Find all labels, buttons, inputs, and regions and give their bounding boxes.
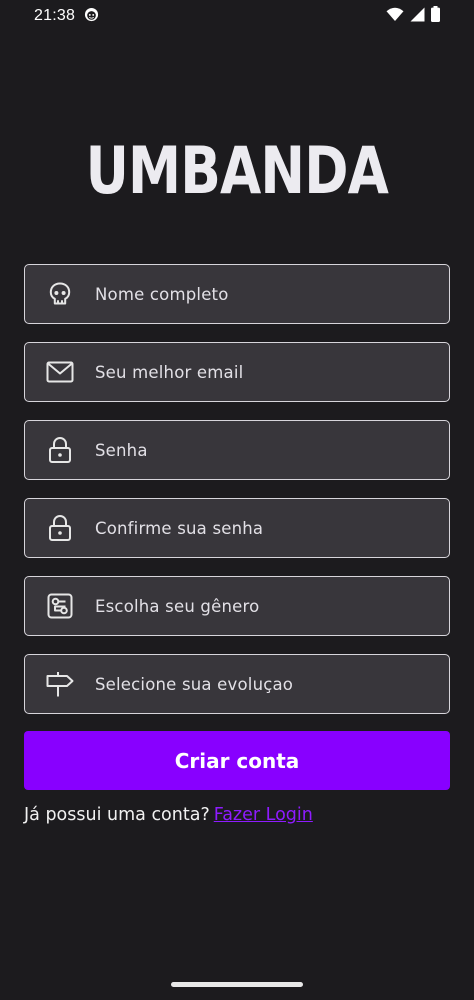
evolution-select[interactable]: Selecione sua evoluçao: [24, 654, 450, 714]
home-indicator[interactable]: [171, 982, 303, 987]
gender-icon: [45, 591, 75, 621]
evolution-placeholder: Selecione sua evoluçao: [95, 674, 294, 694]
signpost-icon: [45, 669, 75, 699]
status-time: 21:38: [34, 7, 76, 24]
logo-text: UMBANDA: [85, 132, 389, 209]
login-prompt: Já possui uma conta? Fazer Login: [24, 805, 313, 825]
app-logo: UMBANDA: [0, 138, 474, 204]
mail-icon: [45, 357, 75, 387]
login-link[interactable]: Fazer Login: [214, 805, 313, 825]
signup-screen: 21:38 UMBANDA Nome completo Seu melhor e…: [0, 0, 474, 1000]
signal-icon: [410, 7, 425, 26]
password-placeholder: Senha: [95, 440, 148, 460]
confirm-password-placeholder: Confirme sua senha: [95, 518, 264, 538]
email-field[interactable]: Seu melhor email: [24, 342, 450, 402]
skull-icon: [45, 279, 75, 309]
status-bar: 21:38: [0, 0, 474, 32]
lock-icon: [45, 435, 75, 465]
lock-icon: [45, 513, 75, 543]
full-name-field[interactable]: Nome completo: [24, 264, 450, 324]
full-name-placeholder: Nome completo: [95, 284, 229, 304]
gender-select[interactable]: Escolha seu gênero: [24, 576, 450, 636]
login-prompt-text: Já possui uma conta?: [24, 805, 210, 825]
gender-placeholder: Escolha seu gênero: [95, 596, 260, 616]
status-left: 21:38: [34, 7, 99, 26]
create-account-button[interactable]: Criar conta: [24, 731, 450, 790]
face-notification-icon: [84, 7, 99, 26]
confirm-password-field[interactable]: Confirme sua senha: [24, 498, 450, 558]
password-field[interactable]: Senha: [24, 420, 450, 480]
status-right: [386, 6, 440, 26]
wifi-icon: [386, 7, 404, 26]
signup-form: Nome completo Seu melhor email Senha Con…: [24, 264, 450, 732]
battery-icon: [431, 6, 440, 26]
email-placeholder: Seu melhor email: [95, 362, 244, 382]
